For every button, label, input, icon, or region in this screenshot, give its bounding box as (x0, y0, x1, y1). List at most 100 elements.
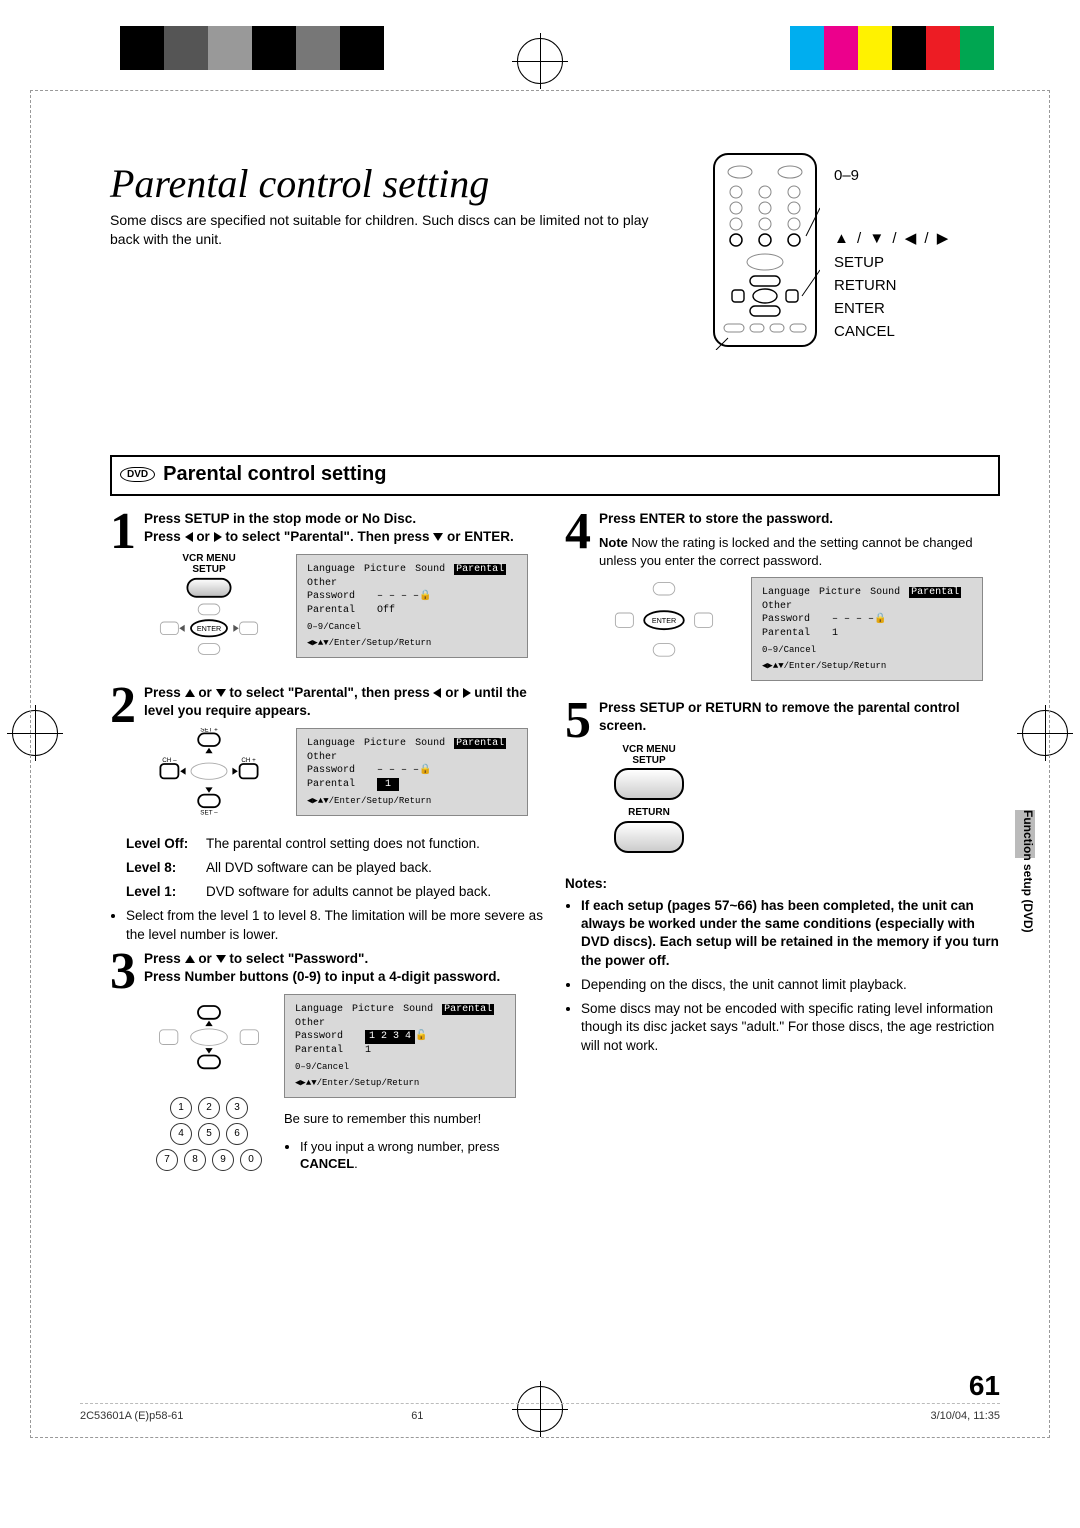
svg-text:SET +: SET + (200, 728, 218, 734)
footer-left: 2C53601A (E)p58-61 (80, 1410, 183, 1422)
step1-line1: Press SETUP in the stop mode or No Disc. (144, 511, 416, 526)
osd-step2: Language Picture Sound Parental Other Pa… (296, 728, 528, 816)
right-arrow-icon (214, 532, 222, 542)
label-return: RETURN (834, 274, 950, 297)
down-arrow-icon (216, 689, 226, 697)
level-label: Level 1: (126, 883, 200, 901)
osd-tab: Language (762, 587, 810, 598)
osd-hint: ◀▶▲▼/Enter/Setup/Return (307, 797, 517, 807)
label-cancel: CANCEL (834, 320, 950, 343)
osd-hint: ◀▶▲▼/Enter/Setup/Return (295, 1079, 505, 1089)
svg-text:CH +: CH + (241, 757, 256, 764)
osd-val: – – – – (832, 613, 874, 627)
key-5: 5 (198, 1123, 220, 1145)
step-2: 2 Press or to select "Parental", then pr… (110, 684, 545, 823)
t: or (198, 951, 215, 966)
page-number: 61 (969, 1370, 1000, 1402)
setup-button-icon (614, 768, 684, 800)
osd-step3: Language Picture Sound Parental Other Pa… (284, 994, 516, 1098)
osd-val: – – – – (377, 764, 419, 778)
level-label: Level Off: (126, 835, 200, 853)
step4-line1: Press ENTER to store the password. (599, 511, 833, 526)
footer-mid: 61 (411, 1410, 423, 1422)
osd-key: Password (307, 764, 377, 778)
osd-key: Password (762, 613, 832, 627)
osd-tab-selected: Parental (442, 1004, 494, 1015)
nav-widget-step3 (144, 994, 274, 1089)
key-0: 0 (240, 1149, 262, 1171)
t: or (196, 529, 213, 544)
intro-text: Some discs are specified not suitable fo… (110, 211, 650, 249)
left-arrow-icon (185, 532, 193, 542)
notes-heading: Notes: (565, 875, 1000, 893)
vcr-menu-setup-label: VCR MENU SETUP (144, 554, 274, 575)
osd-tab: Other (762, 601, 792, 612)
down-arrow-icon (216, 955, 226, 963)
note-lead: Note (599, 535, 628, 550)
color-registration-blocks (790, 26, 1030, 72)
t: to select "Parental", then press (229, 685, 433, 700)
t: or (198, 685, 215, 700)
key-3: 3 (226, 1097, 248, 1119)
step-3: 3 Press or to select "Password". Press N… (110, 950, 545, 1183)
key-9: 9 (212, 1149, 234, 1171)
osd-tab: Other (307, 578, 337, 589)
step-number: 4 (565, 510, 591, 681)
osd-tab: Sound (870, 587, 900, 598)
level-text: The parental control setting does not fu… (206, 835, 480, 853)
step-number: 5 (565, 699, 591, 861)
osd-key: Parental (762, 627, 832, 641)
section-title: Parental control setting (163, 463, 386, 486)
remote-icon (710, 150, 820, 350)
osd-key: Parental (307, 604, 377, 618)
dvd-badge: DVD (120, 467, 155, 482)
lock-icon: 🔒 (874, 613, 886, 627)
level-descriptions: Level Off: The parental control setting d… (110, 835, 545, 944)
osd-tab: Language (307, 564, 355, 575)
remote-callout: 0–9 ▲ / ▼ / ◀ / ▶ SETUP RETURN ENTER CAN… (710, 150, 1010, 350)
osd-val: – – – – (377, 590, 419, 604)
svg-text:SET –: SET – (200, 810, 218, 817)
notes-list: If each setup (pages 57~66) has been com… (565, 897, 1000, 1055)
up-arrow-icon (185, 689, 195, 697)
level-label: Level 8: (126, 859, 200, 877)
lock-icon: 🔓 (415, 1030, 427, 1044)
osd-tab: Picture (352, 1004, 394, 1015)
note-item: If each setup (pages 57~66) has been com… (581, 898, 999, 968)
osd-key: Password (295, 1030, 365, 1044)
down-arrow-icon (433, 533, 443, 541)
osd-tab: Other (295, 1018, 325, 1029)
section-heading-bar: DVD Parental control setting (110, 455, 1000, 496)
key-7: 7 (156, 1149, 178, 1171)
osd-tab: Picture (364, 564, 406, 575)
cancel-note: If you input a wrong number, press CANCE… (300, 1138, 545, 1173)
note-item: Some discs may not be encoded with speci… (581, 1000, 1000, 1055)
footer-right: 3/10/04, 11:35 (930, 1410, 1000, 1422)
osd-tab-selected: Parental (909, 587, 961, 598)
osd-key: Parental (295, 1044, 365, 1058)
note-body: Now the rating is locked and the setting… (599, 535, 973, 568)
osd-hint: ◀▶▲▼/Enter/Setup/Return (307, 639, 517, 649)
osd-val-selected: 1 (377, 778, 399, 792)
print-footer: 2C53601A (E)p58-61 61 3/10/04, 11:35 (80, 1403, 1000, 1422)
step-4: 4 Press ENTER to store the password. Not… (565, 510, 1000, 681)
osd-hint: ◀▶▲▼/Enter/Setup/Return (762, 662, 972, 672)
osd-val: 1 (365, 1044, 371, 1058)
nav-widget-step2: SET + SET – CH – CH + (144, 728, 274, 823)
nav-widget-step4: ENTER (599, 577, 729, 672)
lock-icon: 🔒 (419, 590, 431, 604)
step-1: 1 Press SETUP in the stop mode or No Dis… (110, 510, 545, 672)
osd-hint: 0–9/Cancel (307, 623, 517, 633)
osd-val-selected: 1 2 3 4 (365, 1030, 415, 1044)
t: to select "Password". (229, 951, 368, 966)
note-item: Depending on the discs, the unit cannot … (581, 976, 1000, 994)
osd-tab-selected: Parental (454, 564, 506, 575)
key-6: 6 (226, 1123, 248, 1145)
label-digits: 0–9 (834, 164, 950, 187)
osd-tab: Sound (403, 1004, 433, 1015)
osd-step1: Language Picture Sound Parental Other Pa… (296, 554, 528, 658)
osd-tab: Sound (415, 738, 445, 749)
osd-tab: Sound (415, 564, 445, 575)
vcr-menu-setup-label: VCR MENU SETUP (599, 745, 699, 766)
remember-note: Be sure to remember this number! (284, 1110, 545, 1128)
